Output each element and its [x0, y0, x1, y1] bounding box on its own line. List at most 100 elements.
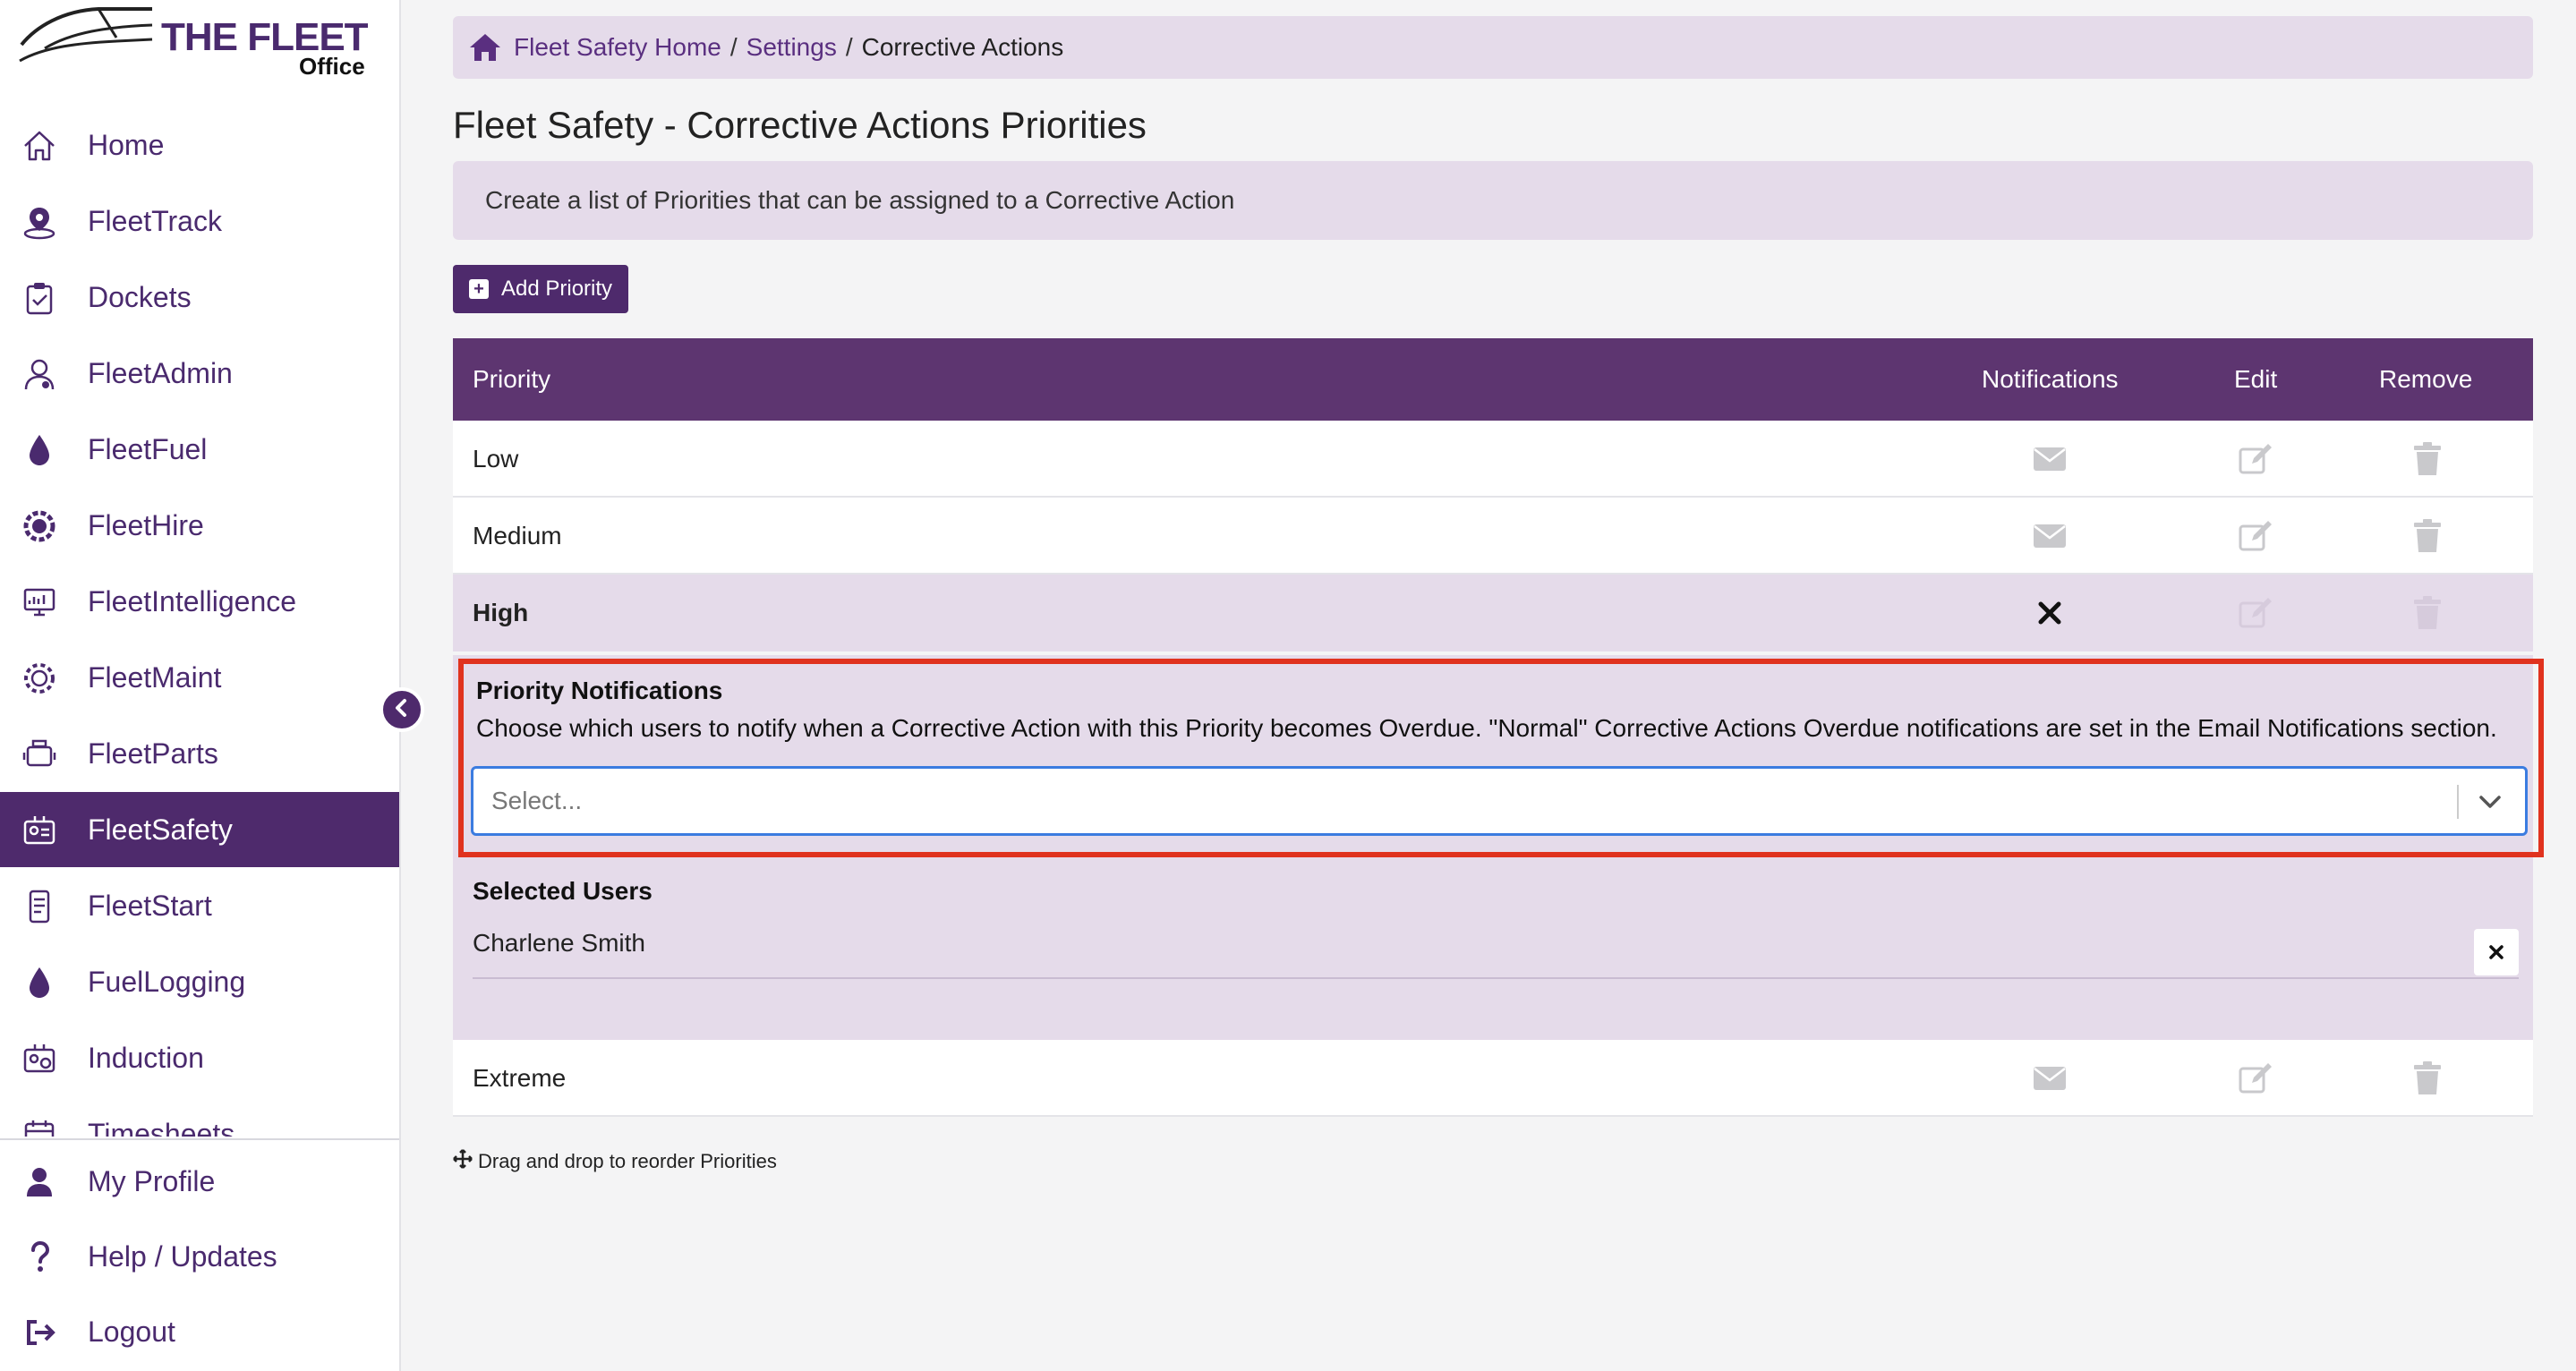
chevron-left-icon — [391, 697, 413, 723]
column-header-priority: Priority — [473, 365, 551, 393]
sidebar-item-fleetstart[interactable]: FleetStart — [0, 868, 399, 943]
priority-notifications-description: Choose which users to notify when a Corr… — [476, 714, 2497, 742]
move-arrows-icon — [453, 1149, 478, 1174]
home-icon — [20, 126, 59, 166]
envelope-icon[interactable] — [2032, 1061, 2068, 1095]
breadcrumb-separator: / — [845, 33, 853, 61]
trash-icon[interactable] — [2410, 1061, 2445, 1095]
sidebar-item-my-profile[interactable]: My Profile — [0, 1144, 399, 1219]
table-row[interactable]: Low — [453, 421, 2533, 498]
priority-notifications-panel: Priority Notifications Choose which user… — [453, 655, 2544, 1040]
selected-user-name: Charlene Smith — [473, 929, 645, 957]
fleet-office-logo[interactable]: THE FLEET Office — [18, 5, 376, 81]
sidebar-item-fuellogging[interactable]: FuelLogging — [0, 944, 399, 1019]
chevron-down-icon[interactable] — [2473, 785, 2507, 819]
select-divider — [2457, 785, 2459, 819]
sidebar-item-label: Help / Updates — [88, 1240, 277, 1273]
sidebar-item-home[interactable]: Home — [0, 107, 399, 183]
table-header: Priority Notifications Edit Remove — [453, 338, 2533, 421]
sidebar-item-label: FleetParts — [88, 737, 218, 770]
sidebar-item-fleetparts[interactable]: FleetParts — [0, 716, 399, 791]
sidebar-item-label: FleetSafety — [88, 813, 233, 846]
envelope-icon[interactable] — [2032, 519, 2068, 553]
priority-notifications-title: Priority Notifications — [476, 677, 723, 704]
user-icon — [20, 1162, 59, 1202]
breadcrumb-separator: / — [729, 33, 738, 61]
main-content: Fleet Safety Home / Settings / Correctiv… — [453, 0, 2544, 1371]
reorder-hint-text: Drag and drop to reorder Priorities — [478, 1150, 777, 1172]
sidebar-item-fleetsafety[interactable]: FleetSafety — [0, 792, 399, 867]
priority-name: Low — [473, 445, 519, 473]
selected-users-title: Selected Users — [473, 877, 653, 905]
sidebar-item-label: Timesheets — [88, 1118, 235, 1137]
map-pin-icon — [20, 202, 59, 242]
trash-icon — [2410, 596, 2445, 630]
user-admin-icon — [20, 354, 59, 394]
sidebar-item-label: FleetMaint — [88, 661, 222, 694]
edit-icon[interactable] — [2238, 1061, 2273, 1095]
breadcrumb-settings[interactable]: Settings — [746, 33, 837, 62]
sidebar: THE FLEET Office Home FleetTrack Dockets — [0, 0, 401, 1371]
priority-name: High — [473, 599, 529, 626]
selected-user-row: Charlene Smith — [473, 924, 2519, 979]
table-row[interactable]: Medium — [453, 498, 2533, 575]
breadcrumb-current: Corrective Actions — [861, 33, 1064, 61]
sidebar-item-help[interactable]: Help / Updates — [0, 1219, 399, 1294]
sidebar-item-fleethire[interactable]: FleetHire — [0, 488, 399, 563]
table-row-selected[interactable]: High — [453, 575, 2533, 651]
column-header-edit: Edit — [2234, 365, 2278, 393]
add-priority-label: Add Priority — [501, 277, 613, 301]
sidebar-item-fleetmaint[interactable]: FleetMaint — [0, 640, 399, 715]
reorder-hint: Drag and drop to reorder Priorities — [453, 1149, 777, 1174]
sidebar-bottom-nav: My Profile Help / Updates Logout — [0, 1138, 399, 1371]
sidebar-item-fleetadmin[interactable]: FleetAdmin — [0, 336, 399, 411]
table-row[interactable]: Extreme — [453, 1040, 2533, 1117]
envelope-icon[interactable] — [2032, 442, 2068, 476]
sidebar-item-induction[interactable]: Induction — [0, 1020, 399, 1095]
column-header-remove: Remove — [2379, 365, 2473, 393]
add-priority-button[interactable]: + Add Priority — [453, 265, 629, 313]
sidebar-item-label: My Profile — [88, 1165, 216, 1197]
safety-id-icon — [20, 811, 59, 850]
breadcrumb: Fleet Safety Home / Settings / Correctiv… — [453, 16, 2533, 79]
sidebar-item-label: FleetFuel — [88, 433, 208, 465]
edit-icon — [2238, 596, 2273, 630]
info-text: Create a list of Priorities that can be … — [485, 186, 1235, 214]
sidebar-item-label: Logout — [88, 1316, 175, 1348]
id-card-icon — [20, 1039, 59, 1078]
question-icon — [20, 1238, 59, 1277]
edit-icon[interactable] — [2238, 519, 2273, 553]
sidebar-item-fleetintelligence[interactable]: FleetIntelligence — [0, 564, 399, 639]
logo-title: THE FLEET — [161, 15, 369, 59]
close-notifications-icon[interactable] — [2032, 596, 2068, 630]
priority-name: Extreme — [473, 1064, 567, 1092]
sidebar-item-label: Induction — [88, 1042, 204, 1074]
breadcrumb-fleet-safety-home[interactable]: Fleet Safety Home — [514, 33, 721, 62]
sidebar-item-label: Dockets — [88, 281, 192, 313]
trash-icon[interactable] — [2410, 442, 2445, 476]
sidebar-item-fleetfuel[interactable]: FleetFuel — [0, 412, 399, 487]
close-icon — [2489, 945, 2503, 959]
engine-part-icon — [20, 735, 59, 774]
remove-user-button[interactable] — [2474, 929, 2519, 975]
column-header-notifications: Notifications — [1982, 365, 2119, 393]
sidebar-item-label: FleetAdmin — [88, 357, 233, 389]
priority-name: Medium — [473, 522, 562, 549]
plus-square-icon: + — [469, 279, 489, 299]
sidebar-item-dockets[interactable]: Dockets — [0, 260, 399, 335]
clipboard-check-icon — [20, 278, 59, 318]
sidebar-item-timesheets[interactable]: Timesheets — [0, 1096, 399, 1137]
checklist-phone-icon — [20, 887, 59, 926]
home-icon[interactable] — [467, 31, 503, 64]
logout-icon — [20, 1313, 59, 1352]
priority-notifications-highlight: Priority Notifications Choose which user… — [458, 659, 2544, 857]
sidebar-collapse-button[interactable] — [380, 687, 424, 732]
user-select-dropdown[interactable]: Select... — [471, 766, 2528, 836]
sidebar-item-label: Home — [88, 129, 165, 161]
info-banner: Create a list of Priorities that can be … — [453, 161, 2533, 240]
sidebar-item-label: FleetStart — [88, 890, 212, 922]
sidebar-item-logout[interactable]: Logout — [0, 1294, 399, 1369]
trash-icon[interactable] — [2410, 519, 2445, 553]
edit-icon[interactable] — [2238, 442, 2273, 476]
sidebar-item-fleettrack[interactable]: FleetTrack — [0, 183, 399, 259]
